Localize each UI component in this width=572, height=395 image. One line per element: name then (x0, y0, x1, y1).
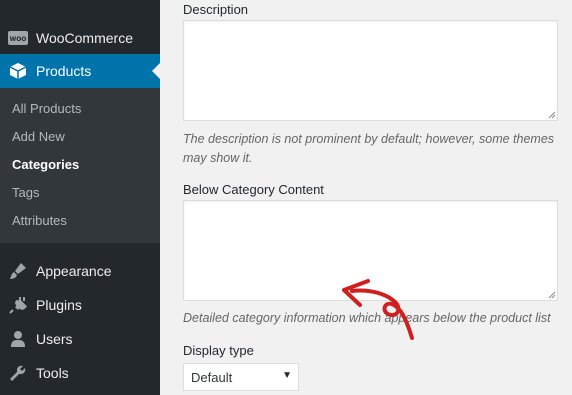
menu-appearance[interactable]: Appearance (0, 254, 160, 288)
user-icon (8, 329, 28, 349)
wrench-icon (8, 363, 28, 383)
submenu-categories[interactable]: Categories (12, 157, 79, 172)
menu-products[interactable]: Products (0, 54, 160, 88)
woocommerce-icon: WOO (8, 28, 28, 48)
menu-plugins[interactable]: Plugins (0, 288, 160, 322)
submenu-add-new[interactable]: Add New (12, 129, 65, 144)
display-type-value: Default (191, 369, 233, 385)
below-content-label: Below Category Content (183, 182, 324, 197)
description-textarea[interactable] (183, 20, 558, 121)
description-label: Description (183, 2, 249, 17)
paintbrush-icon (8, 261, 28, 281)
menu-woocommerce-label: WooCommerce (36, 30, 133, 46)
submenu-attributes[interactable]: Attributes (12, 213, 67, 228)
products-submenu: All Products Add New Categories Tags Att… (0, 88, 160, 243)
menu-tools-label: Tools (36, 365, 69, 381)
resize-grip-icon[interactable] (548, 291, 556, 299)
menu-users-label: Users (36, 331, 73, 347)
submenu-tags[interactable]: Tags (12, 185, 39, 200)
menu-tools[interactable]: Tools (0, 356, 160, 390)
display-type-select[interactable]: Default ▼ (183, 363, 299, 391)
plug-icon (8, 295, 28, 315)
below-content-help: Detailed category information which appe… (183, 311, 551, 325)
products-icon (8, 61, 28, 81)
admin-sidebar: WOO WooCommerce Products All Products Ad… (0, 0, 160, 395)
display-type-label: Display type (183, 343, 254, 358)
menu-appearance-label: Appearance (36, 263, 112, 279)
below-content-textarea[interactable] (183, 200, 558, 301)
description-help: The description is not prominent by defa… (183, 132, 555, 165)
menu-products-label: Products (36, 63, 92, 79)
menu-users[interactable]: Users (0, 322, 160, 356)
svg-text:WOO: WOO (10, 36, 27, 43)
menu-plugins-label: Plugins (36, 297, 82, 313)
submenu-all-products[interactable]: All Products (12, 101, 81, 116)
resize-grip-icon[interactable] (548, 111, 556, 119)
menu-woocommerce[interactable]: WOO WooCommerce (0, 21, 160, 55)
chevron-down-icon: ▼ (282, 370, 292, 381)
